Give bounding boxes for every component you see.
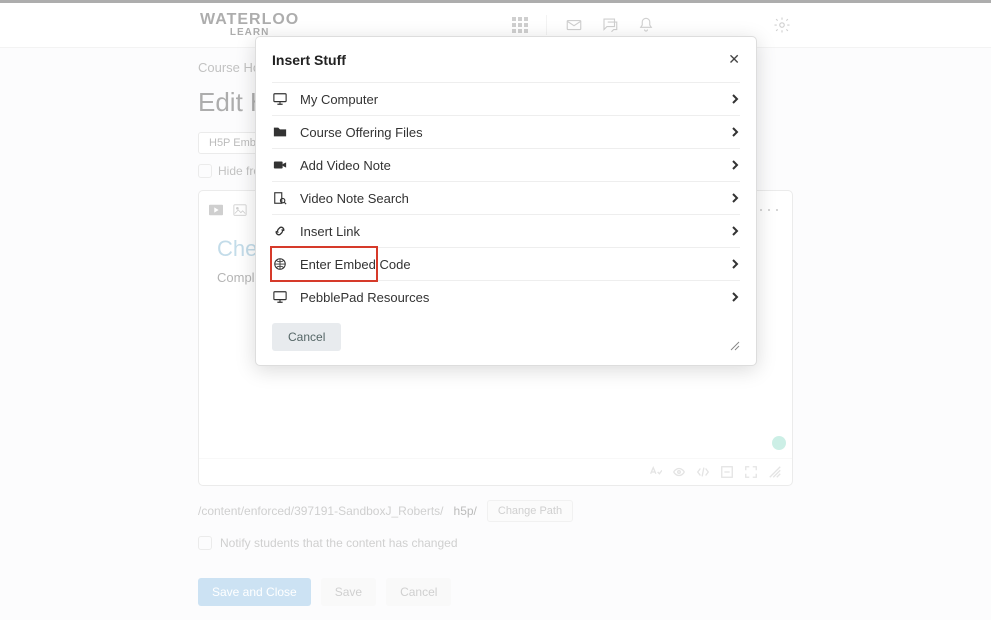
camera-icon [272, 157, 288, 173]
modal-item-label: Video Note Search [300, 191, 409, 206]
link-icon [272, 223, 288, 239]
modal-item-insert-link[interactable]: Insert Link [272, 215, 740, 248]
chevron-right-icon [730, 257, 740, 272]
chevron-right-icon [730, 290, 740, 305]
chevron-right-icon [730, 191, 740, 206]
modal-resize-handle[interactable] [728, 339, 740, 351]
modal-item-video-note-search[interactable]: Video Note Search [272, 182, 740, 215]
modal-list: My Computer Course Offering Files Add Vide… [256, 82, 756, 313]
folder-icon [272, 124, 288, 140]
chevron-right-icon [730, 158, 740, 173]
modal-cancel-button[interactable]: Cancel [272, 323, 341, 351]
modal-item-label: My Computer [300, 92, 378, 107]
modal-item-label: PebblePad Resources [300, 290, 429, 305]
modal-item-label: Course Offering Files [300, 125, 423, 140]
modal-title: Insert Stuff [272, 52, 346, 68]
modal-item-my-computer[interactable]: My Computer [272, 82, 740, 116]
close-icon[interactable]: ✕ [728, 51, 740, 68]
modal-header: Insert Stuff ✕ [256, 37, 756, 82]
chevron-right-icon [730, 224, 740, 239]
modal-item-label: Enter Embed Code [300, 257, 411, 272]
search-icon [272, 190, 288, 206]
modal-footer: Cancel [256, 313, 756, 351]
globe-icon [272, 256, 288, 272]
chevron-right-icon [730, 125, 740, 140]
modal-item-course-offering-files[interactable]: Course Offering Files [272, 116, 740, 149]
modal-item-enter-embed-code[interactable]: Enter Embed Code [272, 248, 740, 281]
monitor-icon [272, 91, 288, 107]
insert-stuff-modal: Insert Stuff ✕ My Computer Course Offerin… [255, 36, 757, 366]
monitor-icon [272, 289, 288, 305]
chevron-right-icon [730, 92, 740, 107]
modal-item-label: Insert Link [300, 224, 360, 239]
modal-item-label: Add Video Note [300, 158, 391, 173]
modal-item-pebblepad-resources[interactable]: PebblePad Resources [272, 281, 740, 313]
modal-item-add-video-note[interactable]: Add Video Note [272, 149, 740, 182]
